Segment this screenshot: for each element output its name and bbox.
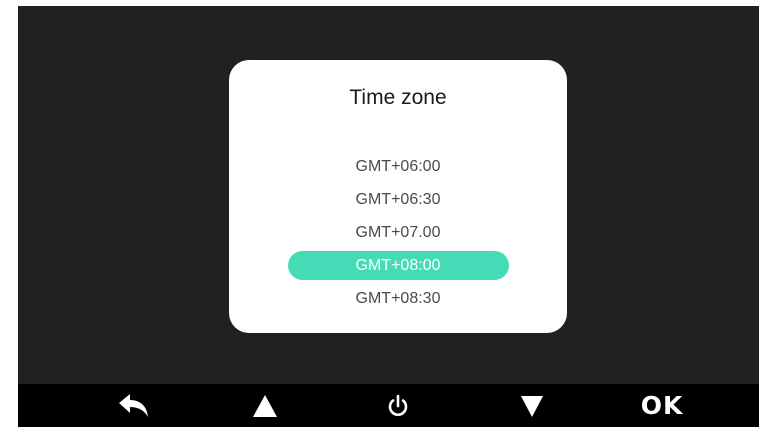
time-zone-option-label: GMT+06:00 bbox=[355, 158, 441, 175]
time-zone-option-label: GMT+08:30 bbox=[355, 290, 441, 307]
up-triangle-icon bbox=[253, 394, 277, 417]
time-zone-option-selected[interactable]: GMT+08:00 bbox=[229, 249, 567, 282]
time-zone-option[interactable]: GMT+08:30 bbox=[229, 282, 567, 315]
bottom-toolbar: OK bbox=[18, 384, 759, 427]
dialog-title: Time zone bbox=[349, 86, 447, 109]
power-icon bbox=[388, 394, 408, 416]
power-button[interactable] bbox=[368, 384, 428, 427]
back-arrow-icon bbox=[119, 393, 148, 417]
time-zone-option-label: GMT+08:00 bbox=[355, 257, 441, 274]
down-triangle-icon bbox=[521, 395, 543, 417]
time-zone-option[interactable]: GMT+07.00 bbox=[229, 216, 567, 249]
time-zone-option[interactable]: GMT+06:00 bbox=[229, 150, 567, 183]
time-zone-list[interactable]: GMT+06:00 GMT+06:30 GMT+07.00 GMT+08:00 … bbox=[229, 150, 567, 315]
up-button[interactable] bbox=[235, 384, 295, 427]
back-button[interactable] bbox=[104, 384, 164, 427]
time-zone-dialog: Time zone GMT+06:00 GMT+06:30 GMT+07.00 … bbox=[229, 60, 567, 333]
device-screen: Time zone GMT+06:00 GMT+06:30 GMT+07.00 … bbox=[18, 6, 759, 427]
down-button[interactable] bbox=[502, 384, 562, 427]
time-zone-option-label: GMT+06:30 bbox=[355, 191, 441, 208]
time-zone-option-label: GMT+07.00 bbox=[355, 224, 441, 241]
ok-button[interactable]: OK bbox=[632, 384, 692, 427]
time-zone-option[interactable]: GMT+06:30 bbox=[229, 183, 567, 216]
